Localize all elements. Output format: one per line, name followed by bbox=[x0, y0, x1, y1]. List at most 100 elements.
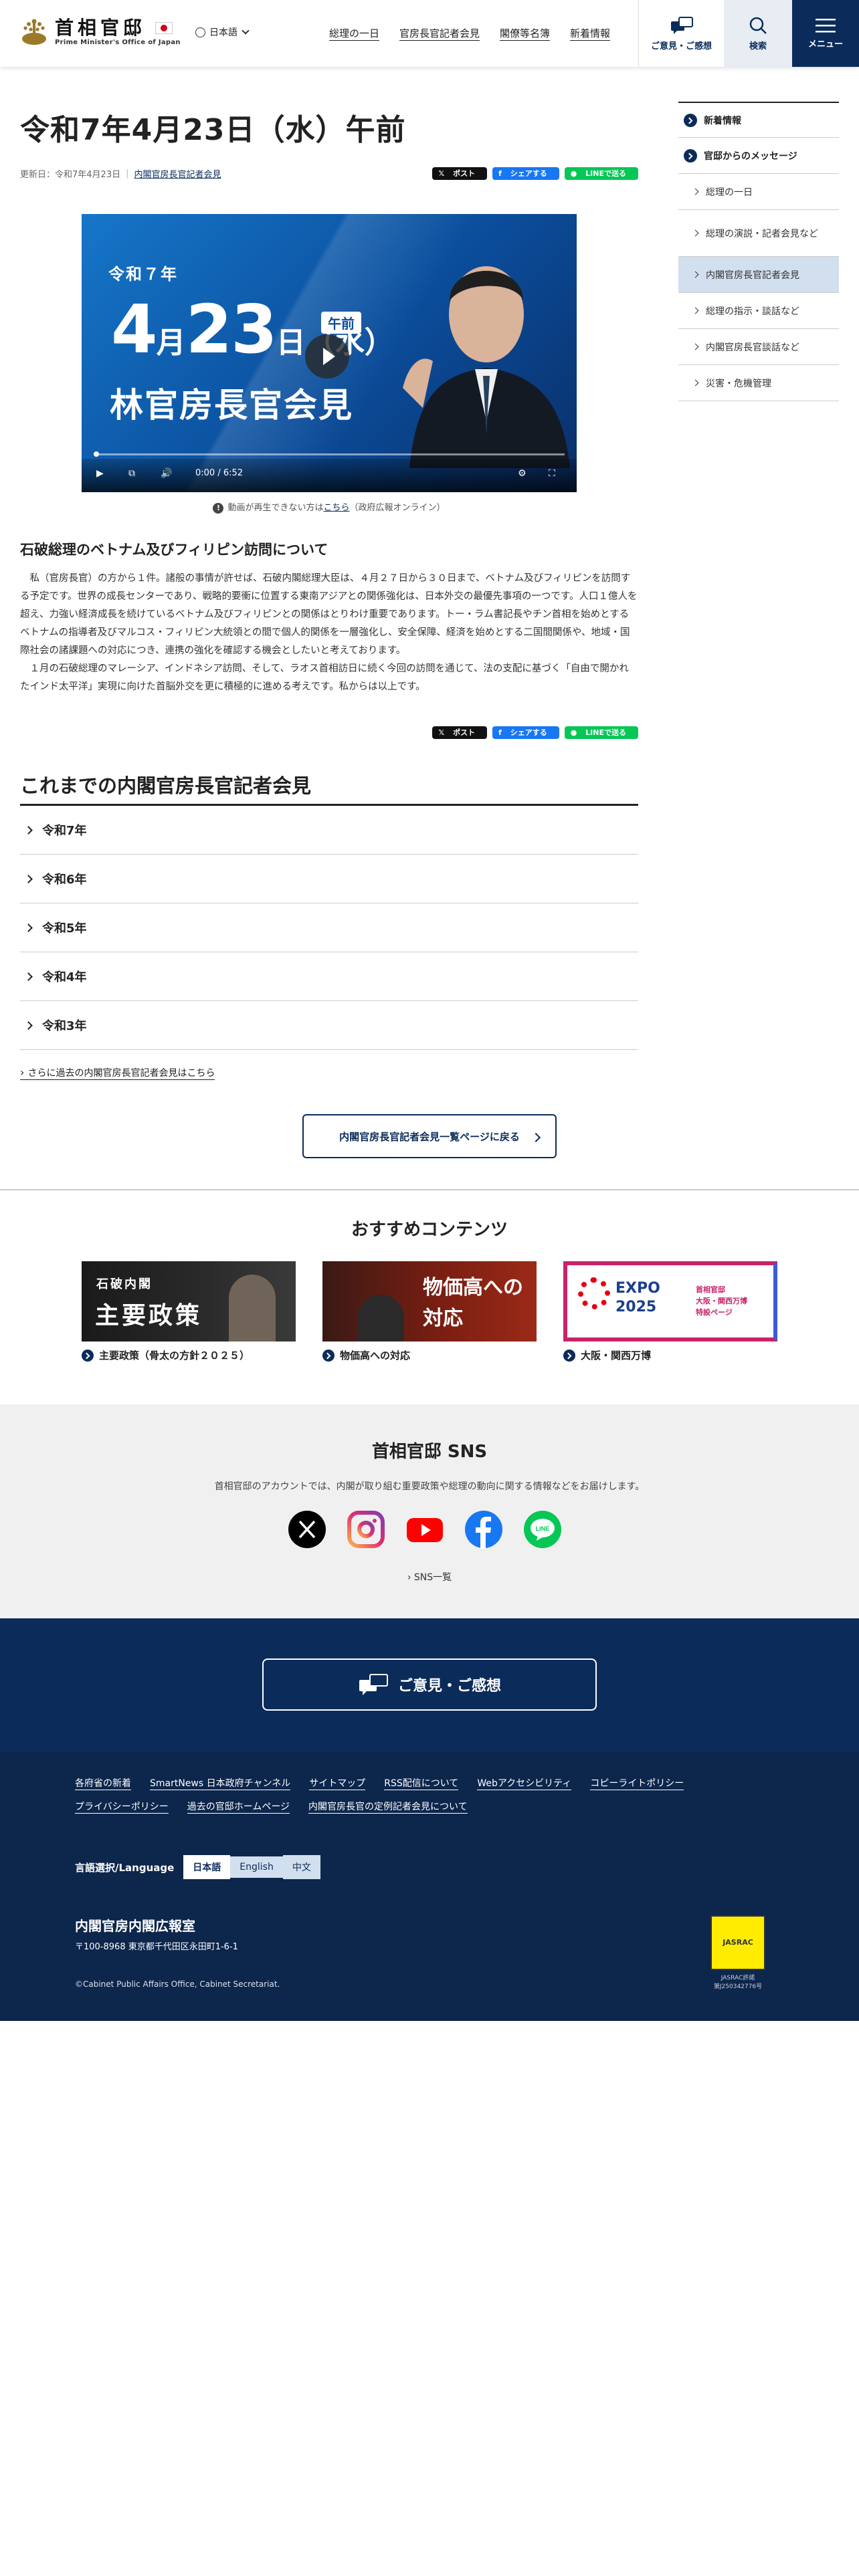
accordion-year[interactable]: 令和3年 bbox=[20, 1001, 638, 1050]
share-line-button[interactable]: ● LINEで送る bbox=[564, 726, 638, 739]
category-link[interactable]: 内閣官房長官記者会見 bbox=[134, 167, 221, 180]
youtube-icon[interactable] bbox=[405, 1510, 444, 1549]
settings-gear-icon[interactable]: ⚙ bbox=[518, 468, 527, 479]
footer-address: 〒100-8968 東京都千代田区永田町1-6-1 bbox=[75, 1942, 238, 1952]
sidebar-item-label: 災害・危機管理 bbox=[706, 378, 771, 389]
nav-item-news[interactable]: 新着情報 bbox=[570, 27, 611, 41]
sidebar-item-label: 総理の演説・記者会見など bbox=[706, 228, 818, 239]
language-switcher[interactable]: 日本語 bbox=[195, 25, 250, 39]
sidebar-item-press-conference[interactable]: 内閣官房長官記者会見 bbox=[678, 257, 839, 293]
sidebar-item-messages[interactable]: 官邸からのメッセージ bbox=[678, 138, 839, 174]
footer-link[interactable]: RSS配信について bbox=[384, 1778, 459, 1790]
share-x-label: ポスト bbox=[453, 728, 476, 737]
nav-item-press-conference[interactable]: 官房長官記者会見 bbox=[399, 27, 480, 41]
person-photo bbox=[357, 1295, 404, 1341]
accordion-year[interactable]: 令和7年 bbox=[20, 806, 638, 855]
sidebar-item-speeches[interactable]: 総理の演説・記者会見など bbox=[678, 210, 839, 257]
accordion-year[interactable]: 令和5年 bbox=[20, 903, 638, 952]
lang-option-zh[interactable]: 中文 bbox=[282, 1855, 320, 1879]
older-archive-link[interactable]: さらに過去の内閣官房長官記者会見はこちら bbox=[20, 1066, 215, 1080]
accordion-year[interactable]: 令和4年 bbox=[20, 952, 638, 1001]
play-control-icon[interactable]: ▶ bbox=[96, 468, 104, 479]
back-to-list-button[interactable]: 内閣官房長官記者会見一覧ページに戻る bbox=[302, 1114, 557, 1158]
chevron-right-icon bbox=[24, 923, 33, 932]
sidebar-item-pm-day[interactable]: 総理の一日 bbox=[678, 174, 839, 210]
speaker-photo bbox=[403, 266, 570, 468]
sidebar-item-label: 内閣官房長官談話など bbox=[706, 342, 799, 353]
chevron-right-icon bbox=[692, 379, 699, 387]
share-x-button[interactable]: 𝕏 ポスト bbox=[432, 726, 488, 739]
footer-link[interactable]: SmartNews 日本政府チャンネル bbox=[150, 1778, 291, 1790]
footer-link[interactable]: プライバシーポリシー bbox=[75, 1801, 169, 1814]
line-icon[interactable]: LINE bbox=[523, 1510, 562, 1549]
share-x-button[interactable]: 𝕏 ポスト bbox=[432, 167, 488, 180]
menu-label: メニュー bbox=[807, 39, 843, 49]
chevron-right-icon bbox=[24, 972, 33, 981]
share-line-button[interactable]: ● LINEで送る bbox=[564, 167, 638, 180]
recommend-card-prices[interactable]: 物価高への 対応 物価高への対応 bbox=[322, 1261, 537, 1362]
footer-link[interactable]: Webアクセシビリティ bbox=[477, 1778, 572, 1790]
sns-heading: 首相官邸 SNS bbox=[371, 1442, 488, 1462]
footer-link[interactable]: 内閣官房長官の定例記者会見について bbox=[308, 1801, 468, 1814]
volume-icon[interactable]: 🔊 bbox=[161, 468, 172, 479]
picture-in-picture-icon[interactable]: ⧉ bbox=[128, 468, 135, 479]
lang-option-en[interactable]: English bbox=[230, 1856, 283, 1878]
site-footer: 各府省の新着 SmartNews 日本政府チャンネル サイトマップ RSS配信に… bbox=[0, 1752, 859, 2021]
arrow-circle-icon bbox=[684, 148, 697, 163]
share-buttons-bottom: 𝕏 ポスト f シェアする ● LINEで送る bbox=[432, 726, 638, 739]
chevron-right-icon bbox=[24, 825, 33, 835]
video-month: 4 bbox=[111, 290, 158, 368]
video-alt-link[interactable]: こちら bbox=[323, 503, 349, 513]
recommend-image: 物価高への 対応 bbox=[322, 1261, 537, 1341]
accordion-year[interactable]: 令和6年 bbox=[20, 855, 638, 903]
play-button[interactable] bbox=[305, 334, 349, 379]
footer-opinion-area: ご意見・ご感想 bbox=[0, 1618, 859, 1752]
facebook-icon[interactable] bbox=[464, 1510, 503, 1549]
recommend-label: 大阪・関西万博 bbox=[563, 1348, 777, 1362]
footer-link[interactable]: 過去の官邸ホームページ bbox=[187, 1801, 290, 1814]
sidebar-item-secretary-statements[interactable]: 内閣官房長官談話など bbox=[678, 329, 839, 365]
share-facebook-button[interactable]: f シェアする bbox=[492, 167, 559, 180]
global-nav: 総理の一日 官房長官記者会見 閣僚等名簿 新着情報 bbox=[329, 27, 630, 41]
svg-text:LINE: LINE bbox=[536, 1525, 550, 1532]
x-icon[interactable] bbox=[288, 1510, 326, 1549]
recommend-card-policy[interactable]: 石破内閣 主要政策 主要政策（骨太の方針２０２５） bbox=[82, 1261, 296, 1362]
lang-option-ja[interactable]: 日本語 bbox=[183, 1855, 231, 1879]
instagram-icon[interactable] bbox=[347, 1510, 385, 1549]
video-day: 23 bbox=[185, 290, 278, 368]
language-current: 日本語 bbox=[209, 27, 237, 38]
globe-icon bbox=[195, 27, 205, 37]
recommend-image-text: 主要政策 bbox=[95, 1301, 203, 1329]
footer-link[interactable]: 各府省の新着 bbox=[75, 1778, 131, 1790]
sns-list-link[interactable]: › SNS一覧 bbox=[0, 1570, 859, 1584]
nav-item-pm-day[interactable]: 総理の一日 bbox=[329, 27, 380, 41]
nav-item-cabinet-list[interactable]: 閣僚等名簿 bbox=[500, 27, 551, 41]
sns-section: 首相官邸 SNS 首相官邸のアカウントでは、内閣が取り組む重要政策や総理の動向に… bbox=[0, 1404, 859, 1618]
jasrac-logo: JASRAC bbox=[710, 1915, 765, 1970]
menu-button[interactable]: メニュー bbox=[792, 0, 859, 67]
updated-date: 更新日：令和7年4月23日 bbox=[20, 170, 121, 180]
accordion-label: 令和5年 bbox=[42, 922, 87, 936]
opinion-button[interactable]: ご意見・ご感想 bbox=[638, 0, 724, 67]
recommend-label: 主要政策（骨太の方針２０２５） bbox=[82, 1348, 296, 1362]
recommend-card-expo[interactable]: EXPO 2025 首相官邸 大阪・関西万博 特設ページ 大阪・関西万博 bbox=[563, 1261, 777, 1362]
body-paragraph: １月の石破総理のマレーシア、インドネシア訪問、そして、ラオス首相訪日に続く今回の… bbox=[20, 663, 629, 692]
section-divider bbox=[0, 1189, 859, 1190]
sidebar-item-label: 総理の指示・談話など bbox=[706, 306, 799, 317]
article-meta: 更新日：令和7年4月23日 | 内閣官房長官記者会見 bbox=[20, 167, 221, 180]
sidebar-item-pm-instructions[interactable]: 総理の指示・談話など bbox=[678, 293, 839, 329]
meta-separator: | bbox=[126, 169, 129, 179]
fullscreen-icon[interactable]: ⛶ bbox=[549, 468, 555, 479]
video-era: 令和７年 bbox=[108, 265, 178, 284]
sidebar-item-news[interactable]: 新着情報 bbox=[678, 102, 839, 138]
footer-link[interactable]: サイトマップ bbox=[309, 1778, 366, 1790]
arrow-circle-icon bbox=[82, 1349, 94, 1362]
video-progress-bar[interactable] bbox=[94, 451, 565, 457]
video-player[interactable]: 令和７年 4月23日（水） 午前 林官房長官会見 ▶ ⧉ 🔊 0:00 / 6:… bbox=[82, 214, 577, 492]
search-button[interactable]: 検索 bbox=[724, 0, 792, 67]
share-facebook-button[interactable]: f シェアする bbox=[492, 726, 559, 739]
footer-link[interactable]: コピーライトポリシー bbox=[590, 1778, 684, 1790]
sidebar-item-disaster[interactable]: 災害・危機管理 bbox=[678, 365, 839, 401]
chevron-right-icon bbox=[692, 188, 699, 195]
footer-opinion-button[interactable]: ご意見・ご感想 bbox=[262, 1658, 597, 1711]
